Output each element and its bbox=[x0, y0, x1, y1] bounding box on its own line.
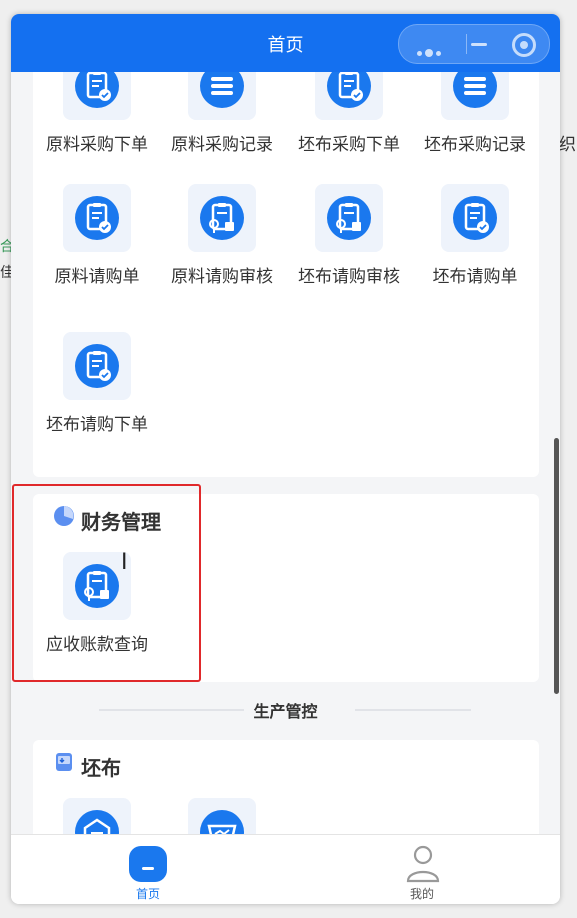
grid-item-label: 坯布采购记录 bbox=[424, 135, 526, 155]
scroll-content[interactable]: 原料采购下单 原料采购记录 坯布采购下单 坯布采购记录 原料请购单 原料请购审核… bbox=[11, 72, 560, 834]
grid-item-raw-requisition[interactable]: 原料请购单 bbox=[33, 184, 161, 287]
mini-program-window: 首页 原料采购下单 原料采购记录 坯布采购下单 坯布采购记录 原料请购单 原料请… bbox=[11, 14, 560, 904]
grid-item-label: 原料采购下单 bbox=[46, 135, 148, 155]
grid-item-label: 坯布请购单 bbox=[432, 267, 518, 287]
grid-item-label: 坯布采购下单 bbox=[298, 135, 400, 155]
tab-label: 我的 bbox=[409, 887, 434, 901]
grid-item-raw-purchase-record[interactable]: 原料采购记录 bbox=[158, 72, 286, 155]
box-icon bbox=[54, 751, 74, 777]
grid-item-raw-purchase-order[interactable]: 原料采购下单 bbox=[33, 72, 161, 155]
grid-item-greige-requisition-review[interactable]: 坯布请购审核 bbox=[285, 184, 413, 287]
home-icon bbox=[129, 846, 167, 882]
text-cursor-icon: I bbox=[121, 550, 128, 575]
grid-item-greige-purchase-order[interactable]: 坯布采购下单 bbox=[285, 72, 413, 155]
grid-item-label: 原料采购记录 bbox=[171, 135, 273, 155]
scrollbar[interactable] bbox=[554, 438, 559, 694]
tab-bar: 首页 我的 bbox=[11, 834, 560, 904]
grid-item-truck[interactable] bbox=[158, 798, 286, 834]
clipboard-check-icon bbox=[441, 184, 509, 252]
grid-item-greige-requisition-order[interactable]: 坯布请购下单 bbox=[33, 332, 161, 435]
tab-home[interactable]: 首页 bbox=[11, 835, 285, 904]
clipboard-search-icon bbox=[188, 184, 256, 252]
clipboard-check-icon bbox=[63, 184, 131, 252]
capsule-menu bbox=[398, 24, 550, 64]
grid-item-greige-requisition[interactable]: 坯布请购单 bbox=[411, 184, 539, 287]
clipboard-check-icon bbox=[315, 72, 383, 120]
truck-icon bbox=[188, 798, 256, 834]
procurement-card: 原料采购下单 原料采购记录 坯布采购下单 坯布采购记录 原料请购单 原料请购审核… bbox=[33, 72, 539, 477]
grid-item-warehouse[interactable] bbox=[33, 798, 161, 834]
background-text: 织 bbox=[559, 135, 576, 155]
list-icon bbox=[188, 72, 256, 120]
divider-label: 生产管控 bbox=[253, 702, 318, 721]
section-divider: 生产管控 bbox=[11, 694, 560, 724]
close-icon[interactable] bbox=[512, 33, 536, 57]
grid-item-greige-purchase-record[interactable]: 坯布采购记录 bbox=[411, 72, 539, 155]
grid-item-raw-requisition-review[interactable]: 原料请购审核 bbox=[158, 184, 286, 287]
clipboard-check-icon bbox=[63, 72, 131, 120]
section-title: 坯布 bbox=[81, 756, 121, 780]
warehouse-icon bbox=[63, 798, 131, 834]
clipboard-search-icon bbox=[315, 184, 383, 252]
grid-item-label: 原料请购审核 bbox=[171, 267, 273, 287]
clipboard-check-icon bbox=[63, 332, 131, 400]
more-icon[interactable] bbox=[417, 41, 447, 57]
title-bar: 首页 bbox=[11, 14, 560, 72]
grid-item-label: 原料请购单 bbox=[54, 267, 140, 287]
greige-card: 坯布 bbox=[33, 740, 539, 834]
tab-mine[interactable]: 我的 bbox=[285, 835, 559, 904]
grid-item-label: 坯布请购下单 bbox=[46, 415, 148, 435]
tab-label: 首页 bbox=[135, 887, 160, 901]
list-icon bbox=[441, 72, 509, 120]
minimize-icon[interactable] bbox=[471, 43, 487, 46]
selection-highlight bbox=[12, 484, 201, 682]
capsule-divider bbox=[466, 34, 467, 54]
grid-item-label: 坯布请购审核 bbox=[298, 267, 400, 287]
user-icon bbox=[404, 843, 442, 887]
